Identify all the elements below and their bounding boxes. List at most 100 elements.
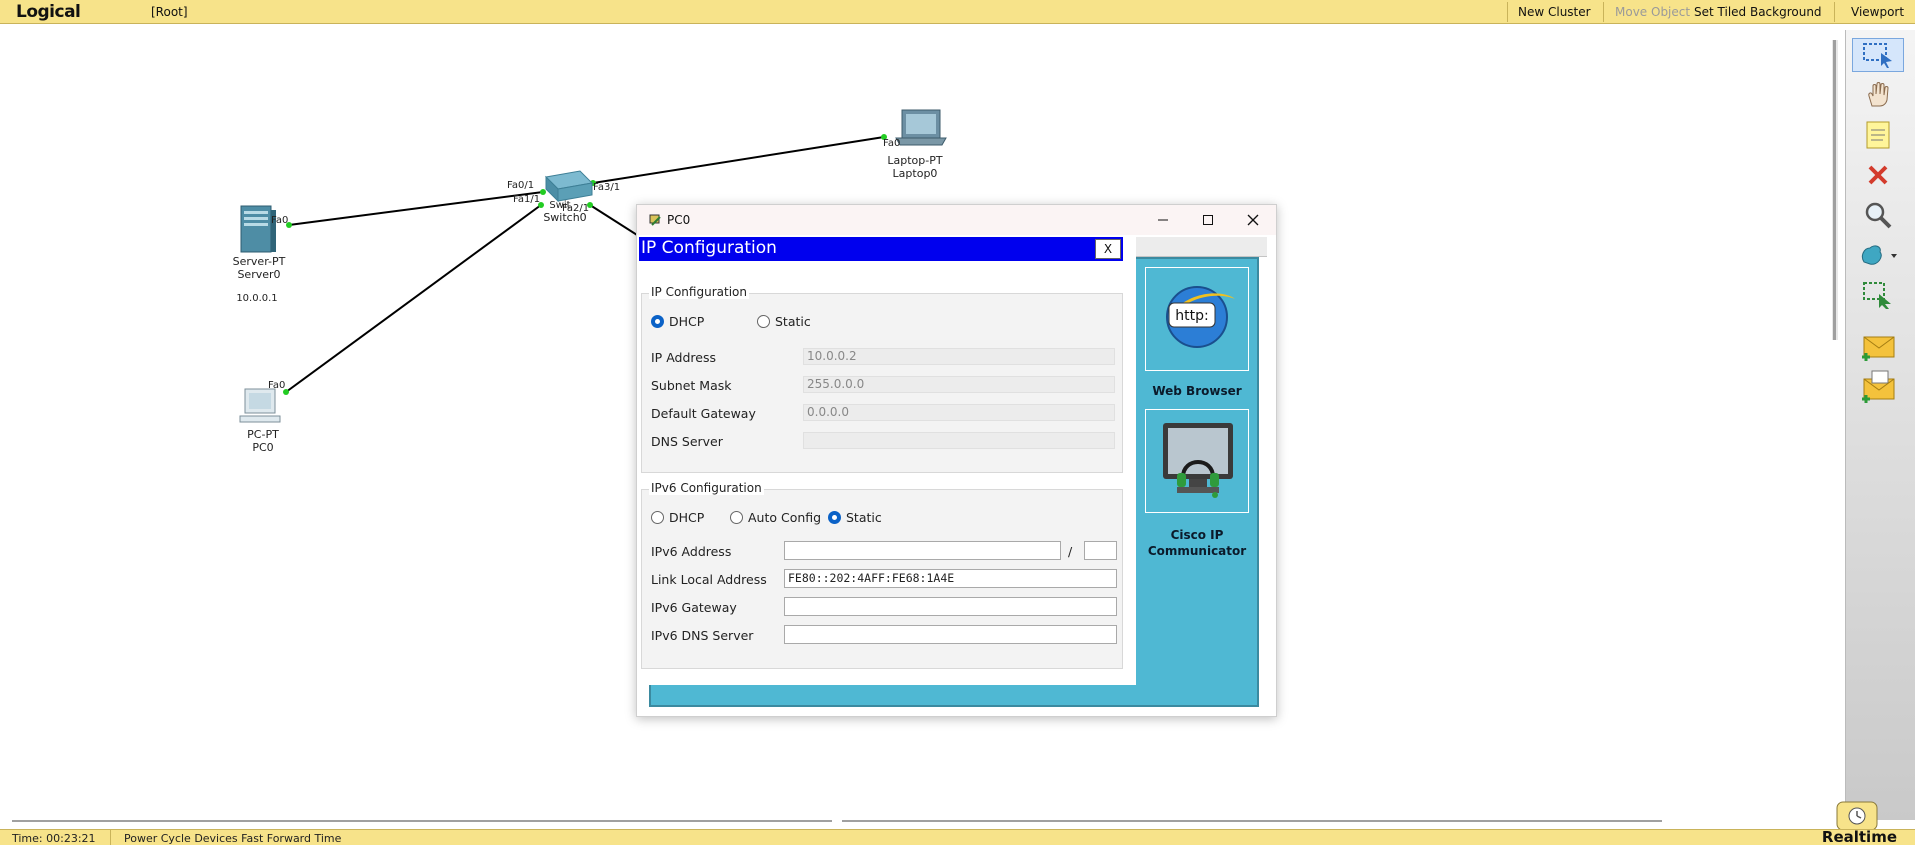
radio-button[interactable] bbox=[828, 511, 841, 524]
switch-icon bbox=[544, 170, 594, 203]
power-cycle-fast-forward[interactable]: Power Cycle Devices Fast Forward Time bbox=[124, 832, 341, 845]
pc-name-label[interactable]: PC0 bbox=[228, 441, 298, 454]
realtime-mode-label[interactable]: Realtime bbox=[1822, 828, 1897, 845]
window-title: PC0 bbox=[667, 213, 691, 227]
ipv6-prefix-input[interactable] bbox=[1084, 541, 1117, 560]
ipv6-group-title: IPv6 Configuration bbox=[649, 481, 764, 495]
scrollbar-thumb[interactable] bbox=[1833, 40, 1836, 340]
ipv6-auto-config-label: Auto Config bbox=[748, 510, 822, 525]
ipv6-address-input[interactable] bbox=[784, 541, 1061, 560]
logical-mode-label[interactable]: Logical bbox=[16, 2, 81, 22]
laptop-name-label[interactable]: Laptop0 bbox=[880, 167, 950, 180]
web-browser-label[interactable]: Web Browser bbox=[1132, 383, 1262, 399]
radio-button[interactable] bbox=[730, 511, 743, 524]
pc-icon bbox=[239, 388, 281, 423]
ip-communicator-app[interactable] bbox=[1145, 409, 1249, 513]
move-object-button[interactable]: Move Object bbox=[1615, 5, 1690, 19]
ip-communicator-icon bbox=[1163, 423, 1233, 498]
add-complex-pdu-icon[interactable] bbox=[1852, 370, 1904, 404]
ipv6-dns-input[interactable] bbox=[784, 625, 1117, 644]
ip-configuration-header: IP Configuration X bbox=[639, 237, 1123, 261]
canvas-vertical-scrollbar[interactable] bbox=[1832, 40, 1838, 340]
ipv4-configuration-group: IP Configuration DHCP Static IP Address … bbox=[641, 285, 1123, 473]
web-browser-icon: http: bbox=[1166, 286, 1235, 348]
pc-model-label: PC-PT bbox=[247, 428, 279, 441]
new-cluster-button[interactable]: New Cluster bbox=[1518, 5, 1591, 19]
laptop-icon bbox=[895, 109, 947, 146]
viewport-button[interactable]: Viewport bbox=[1851, 5, 1904, 19]
link-local-label: Link Local Address bbox=[651, 572, 767, 587]
delete-tool-icon[interactable] bbox=[1852, 158, 1904, 192]
note-tool-icon[interactable] bbox=[1852, 118, 1904, 152]
scroll-track bbox=[12, 820, 832, 822]
port-status-light bbox=[540, 189, 546, 195]
dns-server-field[interactable] bbox=[803, 432, 1115, 449]
default-gateway-field[interactable]: 0.0.0.0 bbox=[803, 404, 1115, 421]
ipv6-auto-config-radio[interactable]: Auto Config bbox=[730, 510, 821, 525]
resize-shape-tool-icon[interactable] bbox=[1852, 278, 1904, 312]
root-breadcrumb[interactable]: [Root] bbox=[151, 5, 188, 19]
port-label: Fa0 bbox=[268, 380, 286, 391]
server-icon bbox=[240, 205, 276, 253]
window-titlebar[interactable]: PC0 bbox=[637, 205, 1276, 235]
prefix-slash: / bbox=[1068, 544, 1073, 559]
ipv6-dhcp-label: DHCP bbox=[669, 510, 705, 525]
svg-text:http:: http: bbox=[1175, 308, 1208, 324]
link-pc-switch bbox=[285, 204, 542, 393]
laptop-model-label: Laptop-PT bbox=[887, 154, 943, 167]
link-server-switch bbox=[288, 191, 544, 226]
subnet-mask-field[interactable]: 255.0.0.0 bbox=[803, 376, 1115, 393]
close-ip-config-button[interactable]: X bbox=[1095, 239, 1121, 259]
port-label: Fa3/1 bbox=[593, 182, 621, 193]
ipv6-static-radio[interactable]: Static bbox=[828, 510, 882, 525]
maximize-icon bbox=[1203, 215, 1213, 225]
port-label: Fa0/1 bbox=[507, 180, 535, 191]
ip-address-field[interactable]: 10.0.0.2 bbox=[803, 348, 1115, 365]
packet-tracer-workspace: Logical [Root] New Cluster Move Object S… bbox=[0, 0, 1915, 845]
server-name-label[interactable]: Server0 bbox=[224, 268, 294, 281]
link-local-address-field[interactable]: FE80::202:4AFF:FE68:1A4E bbox=[784, 569, 1117, 588]
web-browser-app[interactable]: http: bbox=[1145, 267, 1249, 371]
port-label: Fa0 bbox=[883, 138, 901, 149]
ip-communicator-label[interactable]: Cisco IP Communicator bbox=[1132, 527, 1262, 559]
ipv6-dhcp-radio[interactable]: DHCP bbox=[651, 510, 704, 525]
simulation-time: Time: 00:23:21 bbox=[12, 832, 96, 845]
port-label: Fa1/1 bbox=[513, 194, 541, 205]
packet-tracer-app-icon bbox=[649, 214, 661, 226]
status-bar: Time: 00:23:21 Power Cycle Devices Fast … bbox=[0, 828, 1915, 845]
minimize-icon bbox=[1158, 219, 1168, 221]
link-switch-laptop bbox=[592, 136, 885, 184]
canvas-horizontal-scrollbar[interactable] bbox=[12, 820, 1662, 824]
maximize-button[interactable] bbox=[1188, 209, 1228, 231]
desktop-panel: http: Web Browser Cisco IP Communicator bbox=[639, 237, 1262, 707]
scroll-track bbox=[842, 820, 1662, 822]
radio-button[interactable] bbox=[651, 315, 664, 328]
subnet-mask-label: Subnet Mask bbox=[651, 378, 732, 393]
add-simple-pdu-icon[interactable] bbox=[1852, 330, 1904, 364]
realtime-clock-icon[interactable] bbox=[1835, 800, 1879, 831]
workspace-toolbar: Logical [Root] New Cluster Move Object S… bbox=[0, 0, 1915, 24]
minimize-button[interactable] bbox=[1143, 209, 1183, 231]
ipv6-gateway-input[interactable] bbox=[784, 597, 1117, 616]
select-tool-icon[interactable] bbox=[1852, 38, 1904, 72]
set-tiled-background-button[interactable]: Set Tiled Background bbox=[1694, 5, 1822, 19]
close-button[interactable] bbox=[1233, 209, 1273, 231]
port-label: Fa2/1 bbox=[562, 203, 590, 214]
hand-tool-icon[interactable] bbox=[1852, 78, 1904, 112]
ip-configuration-title: IP Configuration bbox=[641, 238, 777, 258]
ip-address-label: IP Address bbox=[651, 350, 716, 365]
close-icon bbox=[1247, 214, 1259, 226]
dhcp-label: DHCP bbox=[669, 314, 705, 329]
radio-button[interactable] bbox=[757, 315, 770, 328]
draw-shape-tool-icon[interactable] bbox=[1852, 238, 1904, 272]
ipv4-group-title: IP Configuration bbox=[649, 285, 749, 299]
toolbar-divider bbox=[1603, 2, 1604, 22]
ipv6-gateway-label: IPv6 Gateway bbox=[651, 600, 737, 615]
static-radio[interactable]: Static bbox=[757, 314, 811, 329]
inspect-tool-icon[interactable] bbox=[1852, 198, 1904, 232]
server-model-label: Server-PT bbox=[232, 255, 286, 268]
radio-button[interactable] bbox=[651, 511, 664, 524]
ipv6-dns-label: IPv6 DNS Server bbox=[651, 628, 754, 643]
dhcp-radio[interactable]: DHCP bbox=[651, 314, 704, 329]
common-tools-bar bbox=[1845, 30, 1915, 820]
